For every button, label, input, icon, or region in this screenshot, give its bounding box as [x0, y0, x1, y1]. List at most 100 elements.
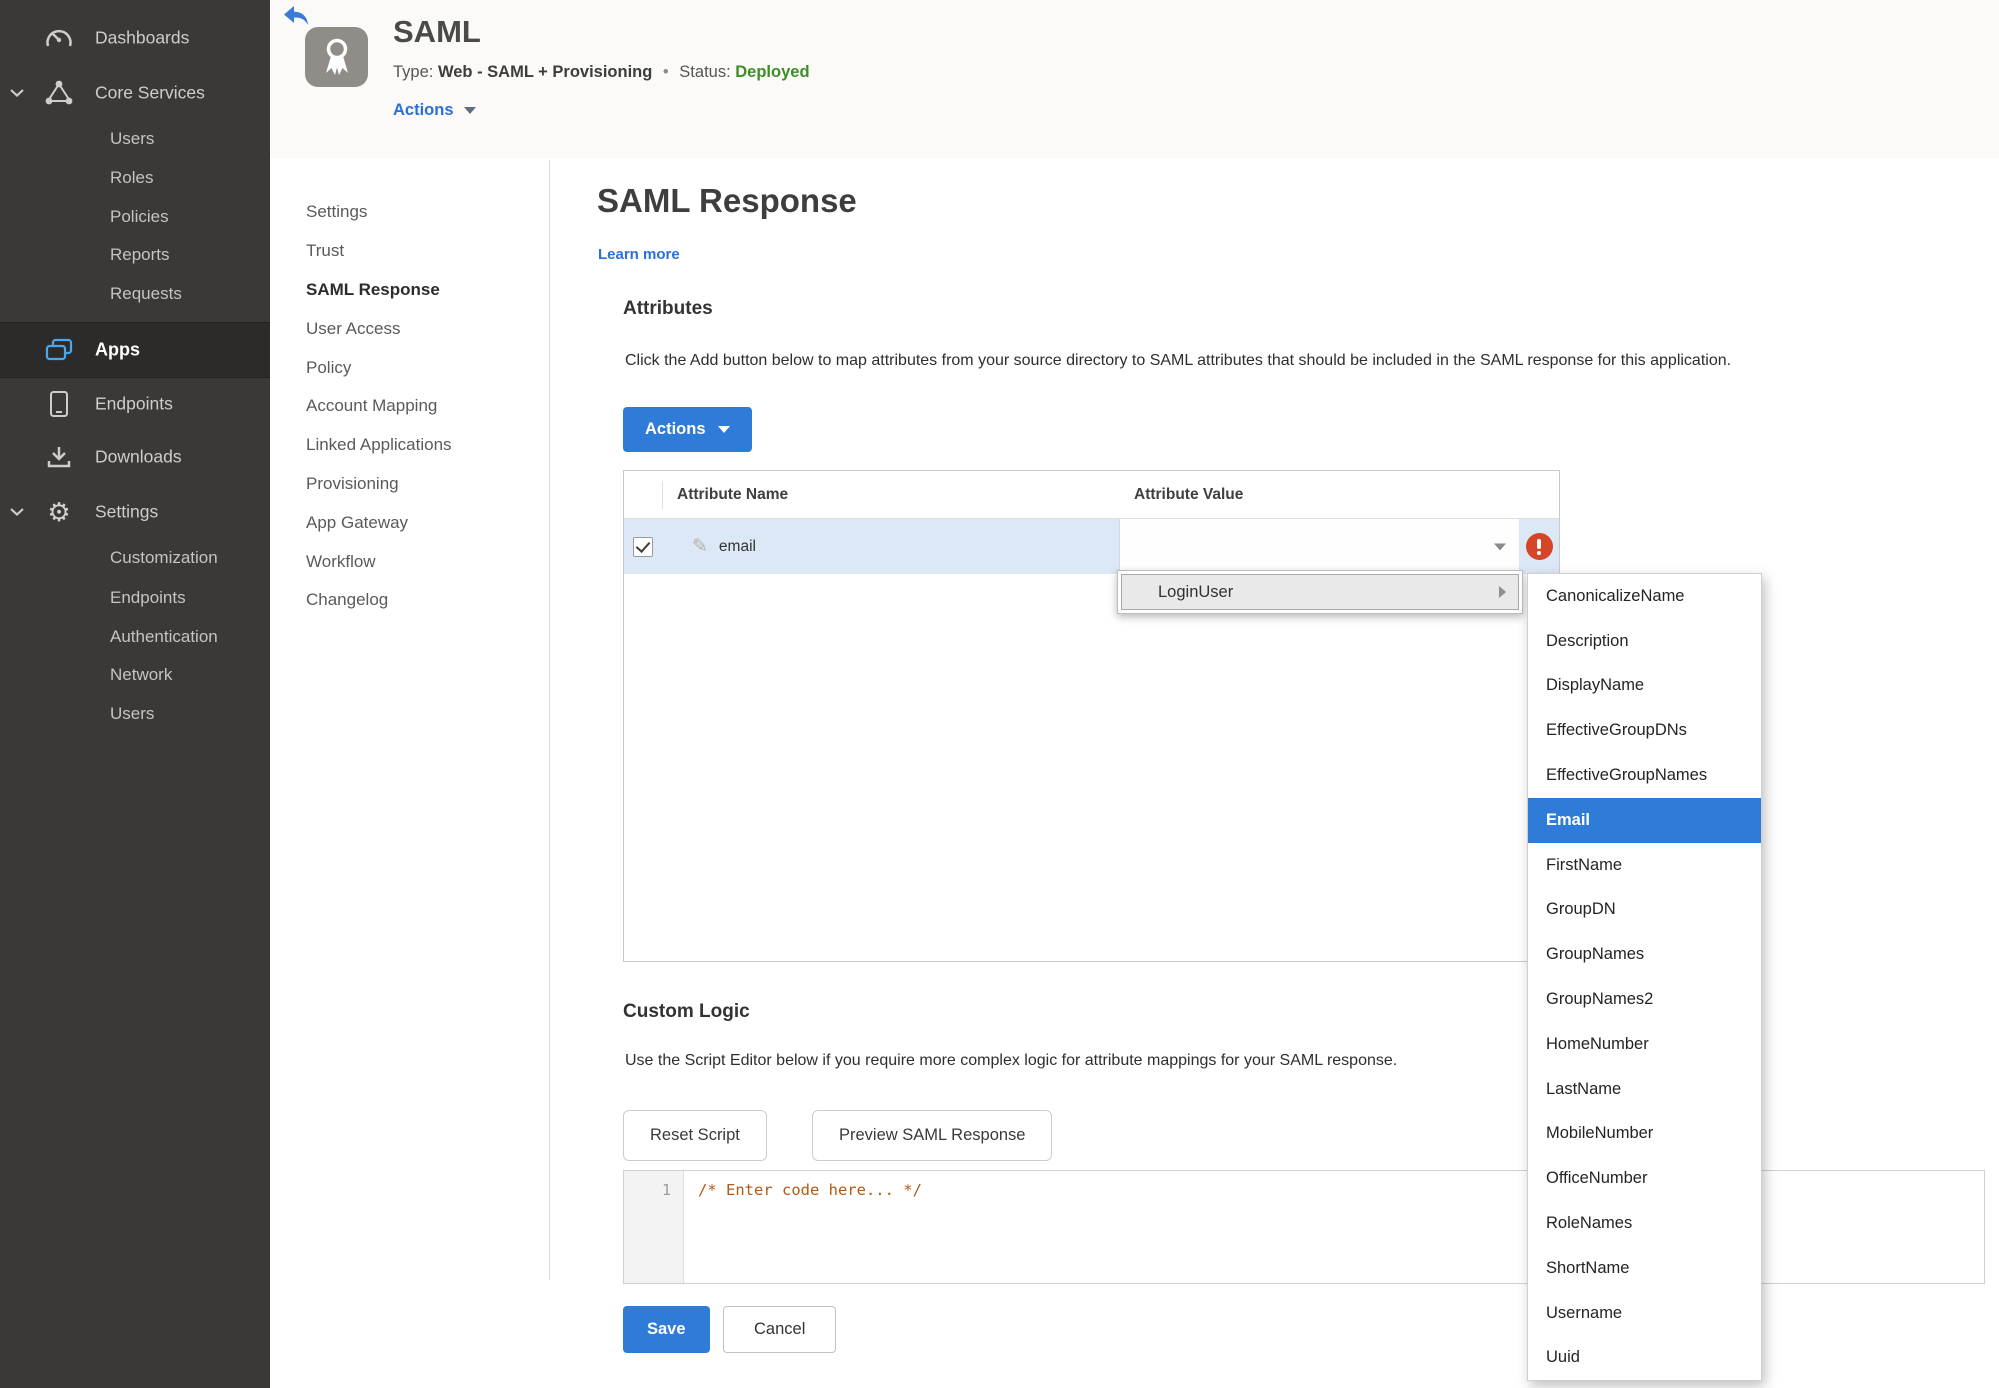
submenu-item[interactable]: MobileNumber: [1528, 1112, 1761, 1157]
reset-script-button[interactable]: Reset Script: [623, 1110, 767, 1161]
submenu-item[interactable]: GroupDN: [1528, 888, 1761, 933]
attributes-description: Click the Add button below to map attrib…: [625, 352, 1732, 369]
status-badge: Deployed: [735, 63, 810, 81]
subnav-item-app-gateway[interactable]: App Gateway: [306, 503, 546, 542]
sidebar-item-authentication[interactable]: Authentication: [110, 619, 260, 655]
save-button[interactable]: Save: [623, 1306, 710, 1353]
attributes-heading: Attributes: [623, 298, 713, 319]
submenu-item[interactable]: Uuid: [1528, 1336, 1761, 1381]
subnav-item-settings[interactable]: Settings: [306, 193, 546, 232]
checkbox-column-header: [624, 480, 663, 509]
checkmark-icon: [635, 537, 651, 553]
app-title: SAML: [393, 14, 481, 49]
chevron-down-icon[interactable]: [10, 89, 24, 98]
row-checkbox-cell: [624, 519, 662, 574]
subnav-item-provisioning[interactable]: Provisioning: [306, 465, 546, 504]
sidebar-item-apps[interactable]: Apps: [0, 322, 270, 378]
actions-button-label: Actions: [645, 420, 706, 438]
submenu-item-selected[interactable]: Email: [1528, 797, 1761, 843]
sidebar-item-downloads[interactable]: Downloads: [0, 437, 270, 477]
back-arrow-icon[interactable]: [283, 5, 309, 32]
submenu-item[interactable]: DisplayName: [1528, 664, 1761, 709]
preview-saml-response-button[interactable]: Preview SAML Response: [812, 1110, 1053, 1161]
submenu-item[interactable]: EffectiveGroupDNs: [1528, 708, 1761, 753]
app-meta: Type: Web - SAML + Provisioning • Status…: [393, 63, 810, 82]
submenu-item[interactable]: GroupNames2: [1528, 977, 1761, 1022]
attributes-actions-button[interactable]: Actions: [623, 407, 752, 452]
type-label: Type:: [393, 63, 434, 81]
sidebar-item-label: Endpoints: [95, 393, 173, 414]
sidebar-item-dashboards[interactable]: Dashboards: [0, 18, 270, 58]
sidebar-item-requests[interactable]: Requests: [110, 276, 260, 312]
learn-more-link[interactable]: Learn more: [598, 246, 680, 263]
submenu-item[interactable]: ShortName: [1528, 1246, 1761, 1291]
submenu-item[interactable]: CanonicalizeName: [1528, 574, 1761, 619]
menu-item-loginuser[interactable]: LoginUser: [1121, 574, 1519, 610]
submenu-item[interactable]: GroupNames: [1528, 932, 1761, 977]
row-checkbox[interactable]: [633, 536, 653, 557]
sidebar-item-users[interactable]: Users: [110, 121, 260, 157]
sidebar-item-settings-endpoints[interactable]: Endpoints: [110, 580, 260, 616]
mobile-device-icon: [42, 391, 76, 417]
sidebar-item-settings[interactable]: ⚙ Settings: [0, 492, 270, 532]
sidebar-item-label: Apps: [95, 339, 140, 360]
table-row[interactable]: ✎ email: [624, 519, 1559, 574]
submenu-item[interactable]: OfficeNumber: [1528, 1156, 1761, 1201]
submenu-item[interactable]: EffectiveGroupNames: [1528, 753, 1761, 798]
editor-code[interactable]: /* Enter code here... */: [684, 1171, 936, 1283]
award-ribbon-icon: [305, 27, 368, 87]
submenu-item[interactable]: HomeNumber: [1528, 1022, 1761, 1067]
sidebar: Dashboards Core Services Users Roles Pol…: [0, 0, 271, 1388]
attribute-source-menu: LoginUser: [1117, 570, 1523, 614]
sidebar-item-customization[interactable]: Customization: [110, 540, 260, 576]
subnav-item-user-access[interactable]: User Access: [306, 309, 546, 348]
type-value: Web - SAML + Provisioning: [437, 63, 653, 81]
subnav-item-linked-applications[interactable]: Linked Applications: [306, 426, 546, 465]
submenu-item[interactable]: FirstName: [1528, 843, 1761, 888]
app-settings-nav: Settings Trust SAML Response User Access…: [306, 193, 546, 620]
separator-dot: •: [662, 63, 669, 81]
subnav-item-policy[interactable]: Policy: [306, 348, 546, 387]
attribute-name-cell: ✎ email: [662, 519, 1119, 574]
attribute-value-dropdown[interactable]: [1119, 519, 1519, 574]
pencil-icon[interactable]: ✎: [692, 535, 708, 558]
sidebar-item-policies[interactable]: Policies: [110, 199, 260, 235]
submenu-item[interactable]: LastName: [1528, 1067, 1761, 1112]
cancel-button[interactable]: Cancel: [723, 1306, 837, 1353]
subnav-item-saml-response[interactable]: SAML Response: [306, 271, 546, 310]
subnav-item-workflow[interactable]: Workflow: [306, 542, 546, 581]
submenu-item[interactable]: Description: [1528, 619, 1761, 664]
menu-item-label: LoginUser: [1158, 582, 1234, 601]
sidebar-item-label: Core Services: [95, 82, 205, 103]
row-error-cell: [1519, 519, 1559, 574]
header-actions-menu[interactable]: Actions: [393, 101, 476, 120]
stacked-windows-icon: [42, 338, 76, 362]
chevron-down-icon[interactable]: [10, 508, 24, 517]
download-icon: [42, 445, 76, 469]
header-actions-label: Actions: [393, 101, 454, 119]
submenu-item[interactable]: RoleNames: [1528, 1201, 1761, 1246]
sidebar-item-network[interactable]: Network: [110, 657, 260, 693]
page: Dashboards Core Services Users Roles Pol…: [0, 0, 1999, 1388]
caret-down-icon: [717, 426, 730, 433]
sidebar-item-label: Downloads: [95, 446, 182, 467]
page-title: SAML Response: [597, 182, 857, 219]
script-editor[interactable]: 1 /* Enter code here... */: [623, 1170, 1985, 1284]
attribute-name-value: email: [718, 537, 756, 555]
caret-down-icon: [463, 107, 476, 114]
custom-logic-heading: Custom Logic: [623, 1001, 750, 1022]
error-exclamation-icon: [1525, 533, 1553, 560]
submenu-item[interactable]: Username: [1528, 1291, 1761, 1336]
subnav-item-account-mapping[interactable]: Account Mapping: [306, 387, 546, 426]
network-nodes-icon: [42, 80, 76, 106]
sidebar-item-reports[interactable]: Reports: [110, 237, 260, 273]
sidebar-item-core-services[interactable]: Core Services: [0, 73, 270, 113]
caret-down-icon: [1494, 543, 1506, 550]
sidebar-item-endpoints[interactable]: Endpoints: [0, 384, 270, 424]
attribute-value-column-header: Attribute Value: [1134, 485, 1244, 503]
sidebar-item-settings-users[interactable]: Users: [110, 696, 260, 732]
subnav-item-changelog[interactable]: Changelog: [306, 581, 546, 620]
status-label: Status:: [679, 63, 731, 81]
subnav-item-trust[interactable]: Trust: [306, 232, 546, 271]
sidebar-item-roles[interactable]: Roles: [110, 160, 260, 196]
